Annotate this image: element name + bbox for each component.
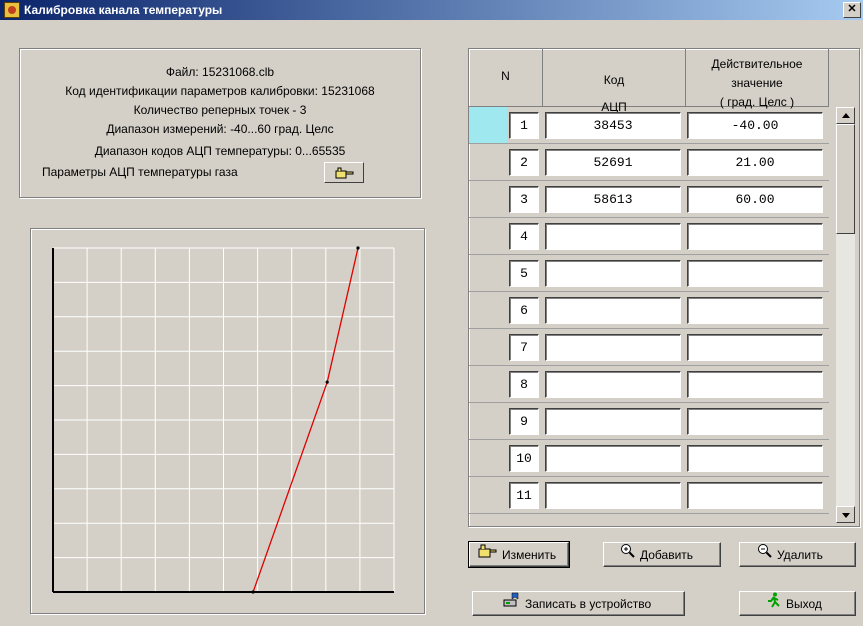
adc-code-cell[interactable]: 38453 <box>545 112 681 139</box>
table-row[interactable]: 2 52691 21.00 <box>469 144 829 181</box>
calibration-chart-plot <box>52 246 395 594</box>
adc-code-cell[interactable] <box>545 223 681 250</box>
actual-value-cell[interactable]: 21.00 <box>687 149 823 176</box>
column-header-adc-code: Код АЦП <box>543 49 686 114</box>
calibration-id-label: Код идентификации параметров калибровки:… <box>65 84 375 98</box>
row-number-cell[interactable]: 9 <box>509 408 539 435</box>
actual-value-cell[interactable]: 60.00 <box>687 186 823 213</box>
measurement-range-label: Диапазон измерений: -40...60 град. Целс <box>106 122 334 136</box>
row-number-cell[interactable]: 1 <box>509 112 539 139</box>
row-number-cell[interactable]: 11 <box>509 482 539 509</box>
running-man-icon <box>766 592 782 615</box>
table-row[interactable]: 4 <box>469 218 829 255</box>
calibration-info-panel: Файл: 15231068.clb Код идентификации пар… <box>19 48 421 198</box>
close-button[interactable]: ✕ <box>843 2 861 18</box>
actual-value-cell[interactable] <box>687 260 823 287</box>
actual-value-cell[interactable] <box>687 297 823 324</box>
column-header-actual-value: Действительное значение( град. Целс ) <box>686 49 829 109</box>
adc-code-range-label: Диапазон кодов АЦП температуры: 0...6553… <box>94 144 346 158</box>
table-row[interactable]: 7 <box>469 329 829 366</box>
table-row[interactable]: 3 58613 60.00 <box>469 181 829 218</box>
write-to-device-button[interactable]: Записать в устройство <box>472 591 685 616</box>
delete-button[interactable]: Удалить <box>739 542 856 567</box>
table-row[interactable]: 11 <box>469 477 829 514</box>
table-row[interactable]: 8 <box>469 366 829 403</box>
actual-value-cell[interactable] <box>687 223 823 250</box>
row-number-cell[interactable]: 8 <box>509 371 539 398</box>
scroll-up-arrow-icon[interactable] <box>836 107 855 124</box>
delete-button-label: Удалить <box>777 547 823 562</box>
column-header-n: N <box>469 49 543 107</box>
adc-code-cell[interactable]: 52691 <box>545 149 681 176</box>
write-device-icon <box>503 592 521 615</box>
add-button[interactable]: Добавить <box>603 542 721 567</box>
calibration-chart <box>30 228 425 614</box>
table-vertical-scrollbar[interactable] <box>836 107 855 523</box>
add-button-label: Добавить <box>640 547 694 562</box>
actual-value-cell[interactable] <box>687 334 823 361</box>
row-number-cell[interactable]: 2 <box>509 149 539 176</box>
title-bar: Калибровка канала температуры ✕ <box>0 0 863 20</box>
adc-code-cell[interactable] <box>545 260 681 287</box>
adc-code-cell[interactable] <box>545 445 681 472</box>
row-number-cell[interactable]: 3 <box>509 186 539 213</box>
row-number-cell[interactable]: 4 <box>509 223 539 250</box>
calibration-point <box>356 246 360 250</box>
scroll-thumb[interactable] <box>836 124 855 234</box>
calibration-point <box>251 590 255 594</box>
adc-code-cell[interactable] <box>545 371 681 398</box>
calibration-point <box>325 380 329 384</box>
row-number-cell[interactable]: 5 <box>509 260 539 287</box>
scroll-down-arrow-icon[interactable] <box>836 506 855 523</box>
adc-code-cell[interactable] <box>545 482 681 509</box>
file-name-label: Файл: 15231068.clb <box>165 65 275 79</box>
zoom-in-icon <box>620 543 636 566</box>
actual-value-cell[interactable]: -40.00 <box>687 112 823 139</box>
calibration-app-icon <box>4 2 20 18</box>
pointing-hand-icon <box>335 167 354 179</box>
reference-points-count-label: Количество реперных точек - 3 <box>133 103 307 117</box>
actual-value-cell[interactable] <box>687 371 823 398</box>
adc-code-cell[interactable] <box>545 334 681 361</box>
adc-code-cell[interactable]: 58613 <box>545 186 681 213</box>
table-row[interactable]: 5 <box>469 255 829 292</box>
window-title: Калибровка канала температуры <box>24 3 223 17</box>
row-number-cell[interactable]: 7 <box>509 334 539 361</box>
row-number-cell[interactable]: 6 <box>509 297 539 324</box>
exit-button-label: Выход <box>786 596 822 611</box>
adc-params-button[interactable] <box>324 162 364 183</box>
adc-code-cell[interactable] <box>545 297 681 324</box>
table-row[interactable]: 1 38453 -40.00 <box>469 107 829 144</box>
actual-value-cell[interactable] <box>687 482 823 509</box>
table-row[interactable]: 9 <box>469 403 829 440</box>
row-number-cell[interactable]: 10 <box>509 445 539 472</box>
adc-params-label: Параметры АЦП температуры газа <box>42 165 238 179</box>
write-to-device-label: Записать в устройство <box>525 596 652 611</box>
row-selection-marker <box>469 107 507 143</box>
table-row[interactable]: 10 <box>469 440 829 477</box>
actual-value-cell[interactable] <box>687 445 823 472</box>
actual-value-cell[interactable] <box>687 408 823 435</box>
edit-hand-icon <box>478 543 498 566</box>
zoom-out-icon <box>757 543 773 566</box>
exit-button[interactable]: Выход <box>739 591 856 616</box>
edit-button-label: Изменить <box>502 547 557 562</box>
table-row[interactable]: 6 <box>469 292 829 329</box>
adc-code-cell[interactable] <box>545 408 681 435</box>
calibration-points-table: N Код АЦП Действительное значение( град. Ц… <box>468 48 860 527</box>
edit-button[interactable]: Изменить <box>468 541 570 568</box>
